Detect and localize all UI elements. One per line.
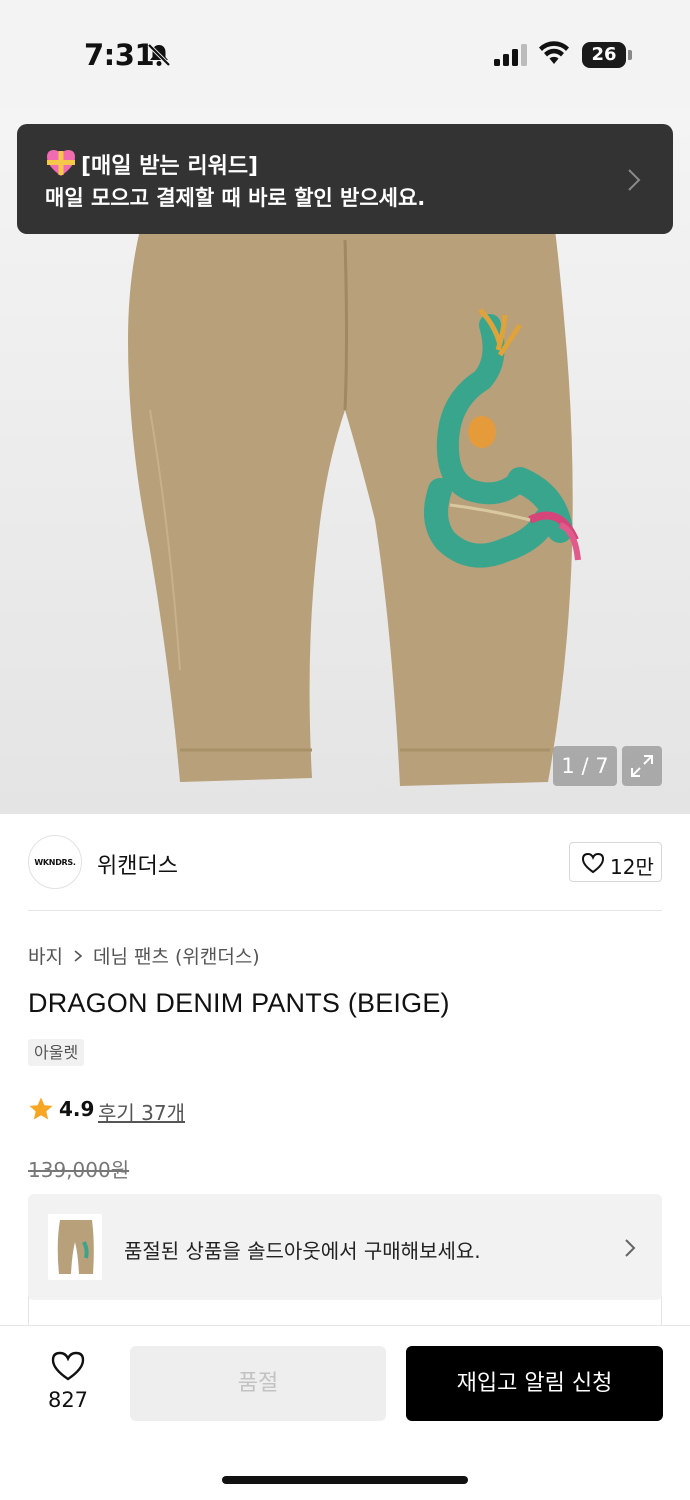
reward-toast[interactable]: [매일 받는 리워드] 매일 모으고 결제할 때 바로 할인 받으세요.	[17, 124, 673, 234]
outlet-badge: 아울렛	[28, 1039, 85, 1066]
expand-image-button[interactable]	[622, 746, 662, 786]
chevron-right-icon	[628, 169, 641, 191]
divider	[28, 910, 662, 911]
brand-name[interactable]: 위캔더스	[97, 848, 178, 880]
wish-count: 827	[47, 1388, 89, 1412]
status-bar: 7:31 26	[0, 0, 690, 110]
product-title: DRAGON DENIM PANTS (BEIGE)	[28, 988, 450, 1018]
battery-cap	[628, 50, 632, 60]
breadcrumb-item-category[interactable]: 바지	[28, 942, 63, 969]
soldout-banner-text: 품절된 상품을 솔드아웃에서 구매해보세요.	[124, 1239, 481, 1263]
reward-subtitle: 매일 모으고 결제할 때 바로 할인 받으세요.	[45, 186, 426, 210]
home-indicator[interactable]	[222, 1476, 468, 1484]
reward-title: [매일 받는 리워드]	[45, 148, 258, 180]
brand-like-button[interactable]: 12만	[569, 842, 662, 882]
brand-logo[interactable]: WKNDRS.	[28, 835, 82, 889]
soldout-banner[interactable]: 품절된 상품을 솔드아웃에서 구매해보세요.	[28, 1194, 662, 1300]
restock-alert-button[interactable]: 재입고 알림 신청	[406, 1346, 663, 1421]
expand-icon	[631, 755, 653, 777]
bell-slash-icon	[147, 43, 171, 67]
chevron-right-icon	[625, 1239, 636, 1257]
breadcrumb: 바지 데님 팬츠 (위캔더스)	[28, 942, 260, 969]
brand-like-count: 12만	[610, 855, 654, 879]
star-icon	[29, 1097, 53, 1120]
heart-outline-icon	[581, 852, 605, 874]
wifi-icon	[539, 41, 569, 64]
breadcrumb-item-subcategory[interactable]: 데님 팬츠 (위캔더스)	[93, 942, 260, 969]
status-time: 7:31	[84, 38, 155, 72]
battery-indicator: 26	[582, 42, 626, 68]
reward-title-text: [매일 받는 리워드]	[81, 154, 259, 179]
original-price: 139,000원	[28, 1158, 130, 1182]
soldout-product-thumbnail	[48, 1214, 102, 1280]
image-counter: 1 / 7	[553, 746, 617, 786]
heart-outline-icon[interactable]	[50, 1350, 86, 1382]
soldout-button: 품절	[130, 1346, 386, 1421]
signal-icon	[494, 44, 527, 66]
review-link[interactable]: 후기 37개	[98, 1097, 185, 1126]
rating-value: 4.9	[59, 1097, 95, 1121]
chevron-right-icon	[74, 949, 83, 962]
